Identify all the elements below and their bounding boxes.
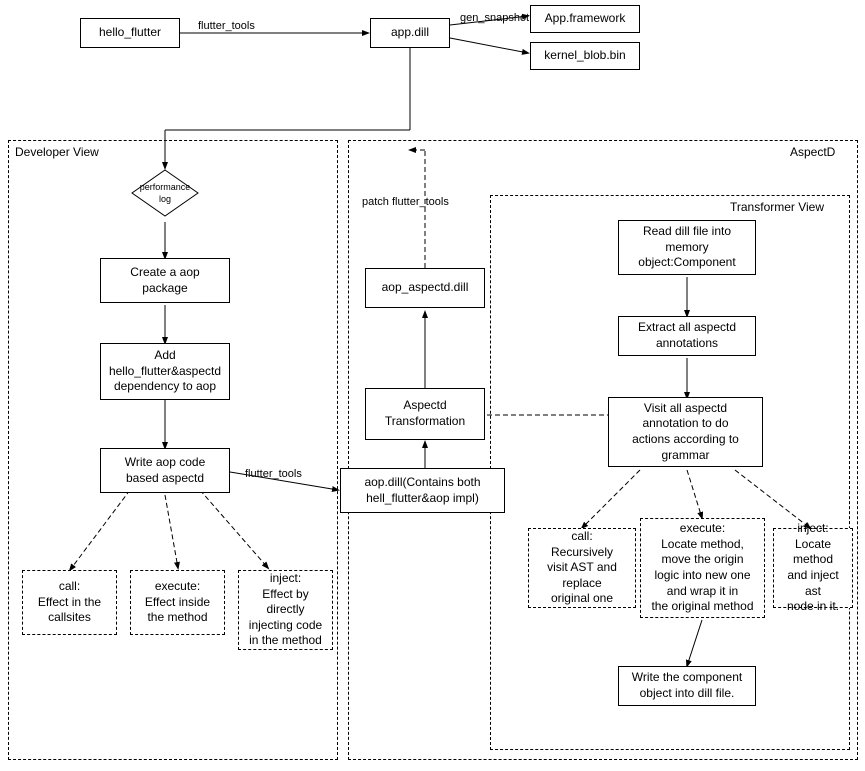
svg-text:performance: performance <box>140 182 191 192</box>
svg-text:log: log <box>159 194 171 204</box>
execute-locate-box: execute: Locate method, move the origin … <box>640 518 765 618</box>
developer-view-label: Developer View <box>15 145 99 159</box>
diagram-container: hello_flutter app.dill App.framework ker… <box>0 0 865 771</box>
write-aop-box: Write aop code based aspectd <box>100 448 230 493</box>
aop-aspectd-dill-box: aop_aspectd.dill <box>365 268 485 308</box>
write-component-box: Write the component object into dill fil… <box>618 666 756 706</box>
hello-flutter-box: hello_flutter <box>80 18 180 48</box>
aspectd-transformation-box: Aspectd Transformation <box>365 388 485 440</box>
create-aop-box: Create a aop package <box>100 258 230 303</box>
call-recursive-box: call: Recursively visit AST and replace … <box>528 528 636 608</box>
gen-snapshot-label: gen_snapshot <box>460 12 529 24</box>
inject-effect-box: inject: Effect by directly injecting cod… <box>238 570 333 650</box>
patch-flutter-tools-label: patch flutter_tools <box>362 195 449 209</box>
flutter-tools-label-bottom: flutter_tools <box>245 468 302 480</box>
flutter-tools-label-top: flutter_tools <box>198 20 255 32</box>
performance-log-diamond: performance log <box>130 168 200 218</box>
add-hello-box: Add hello_flutter&aspectd dependency to … <box>100 343 230 400</box>
visit-annotations-box: Visit all aspectd annotation to do actio… <box>608 397 763 467</box>
transformer-view-label: Transformer View <box>730 200 824 214</box>
app-dill-box: app.dill <box>370 18 450 48</box>
aop-dill-box: aop.dill(Contains both hell_flutter&aop … <box>340 468 505 513</box>
app-framework-box: App.framework <box>530 5 640 33</box>
aspectd-label: AspectD <box>790 145 835 159</box>
execute-effect-box: execute: Effect inside the method <box>130 570 225 635</box>
extract-annotations-box: Extract all aspectd annotations <box>618 316 756 356</box>
read-dill-box: Read dill file into memory object:Compon… <box>618 220 756 275</box>
inject-locate-box: inject: Locate method and inject ast nod… <box>773 528 853 608</box>
call-effect-box: call: Effect in the callsites <box>22 570 117 635</box>
kernel-blob-box: kernel_blob.bin <box>530 42 640 70</box>
